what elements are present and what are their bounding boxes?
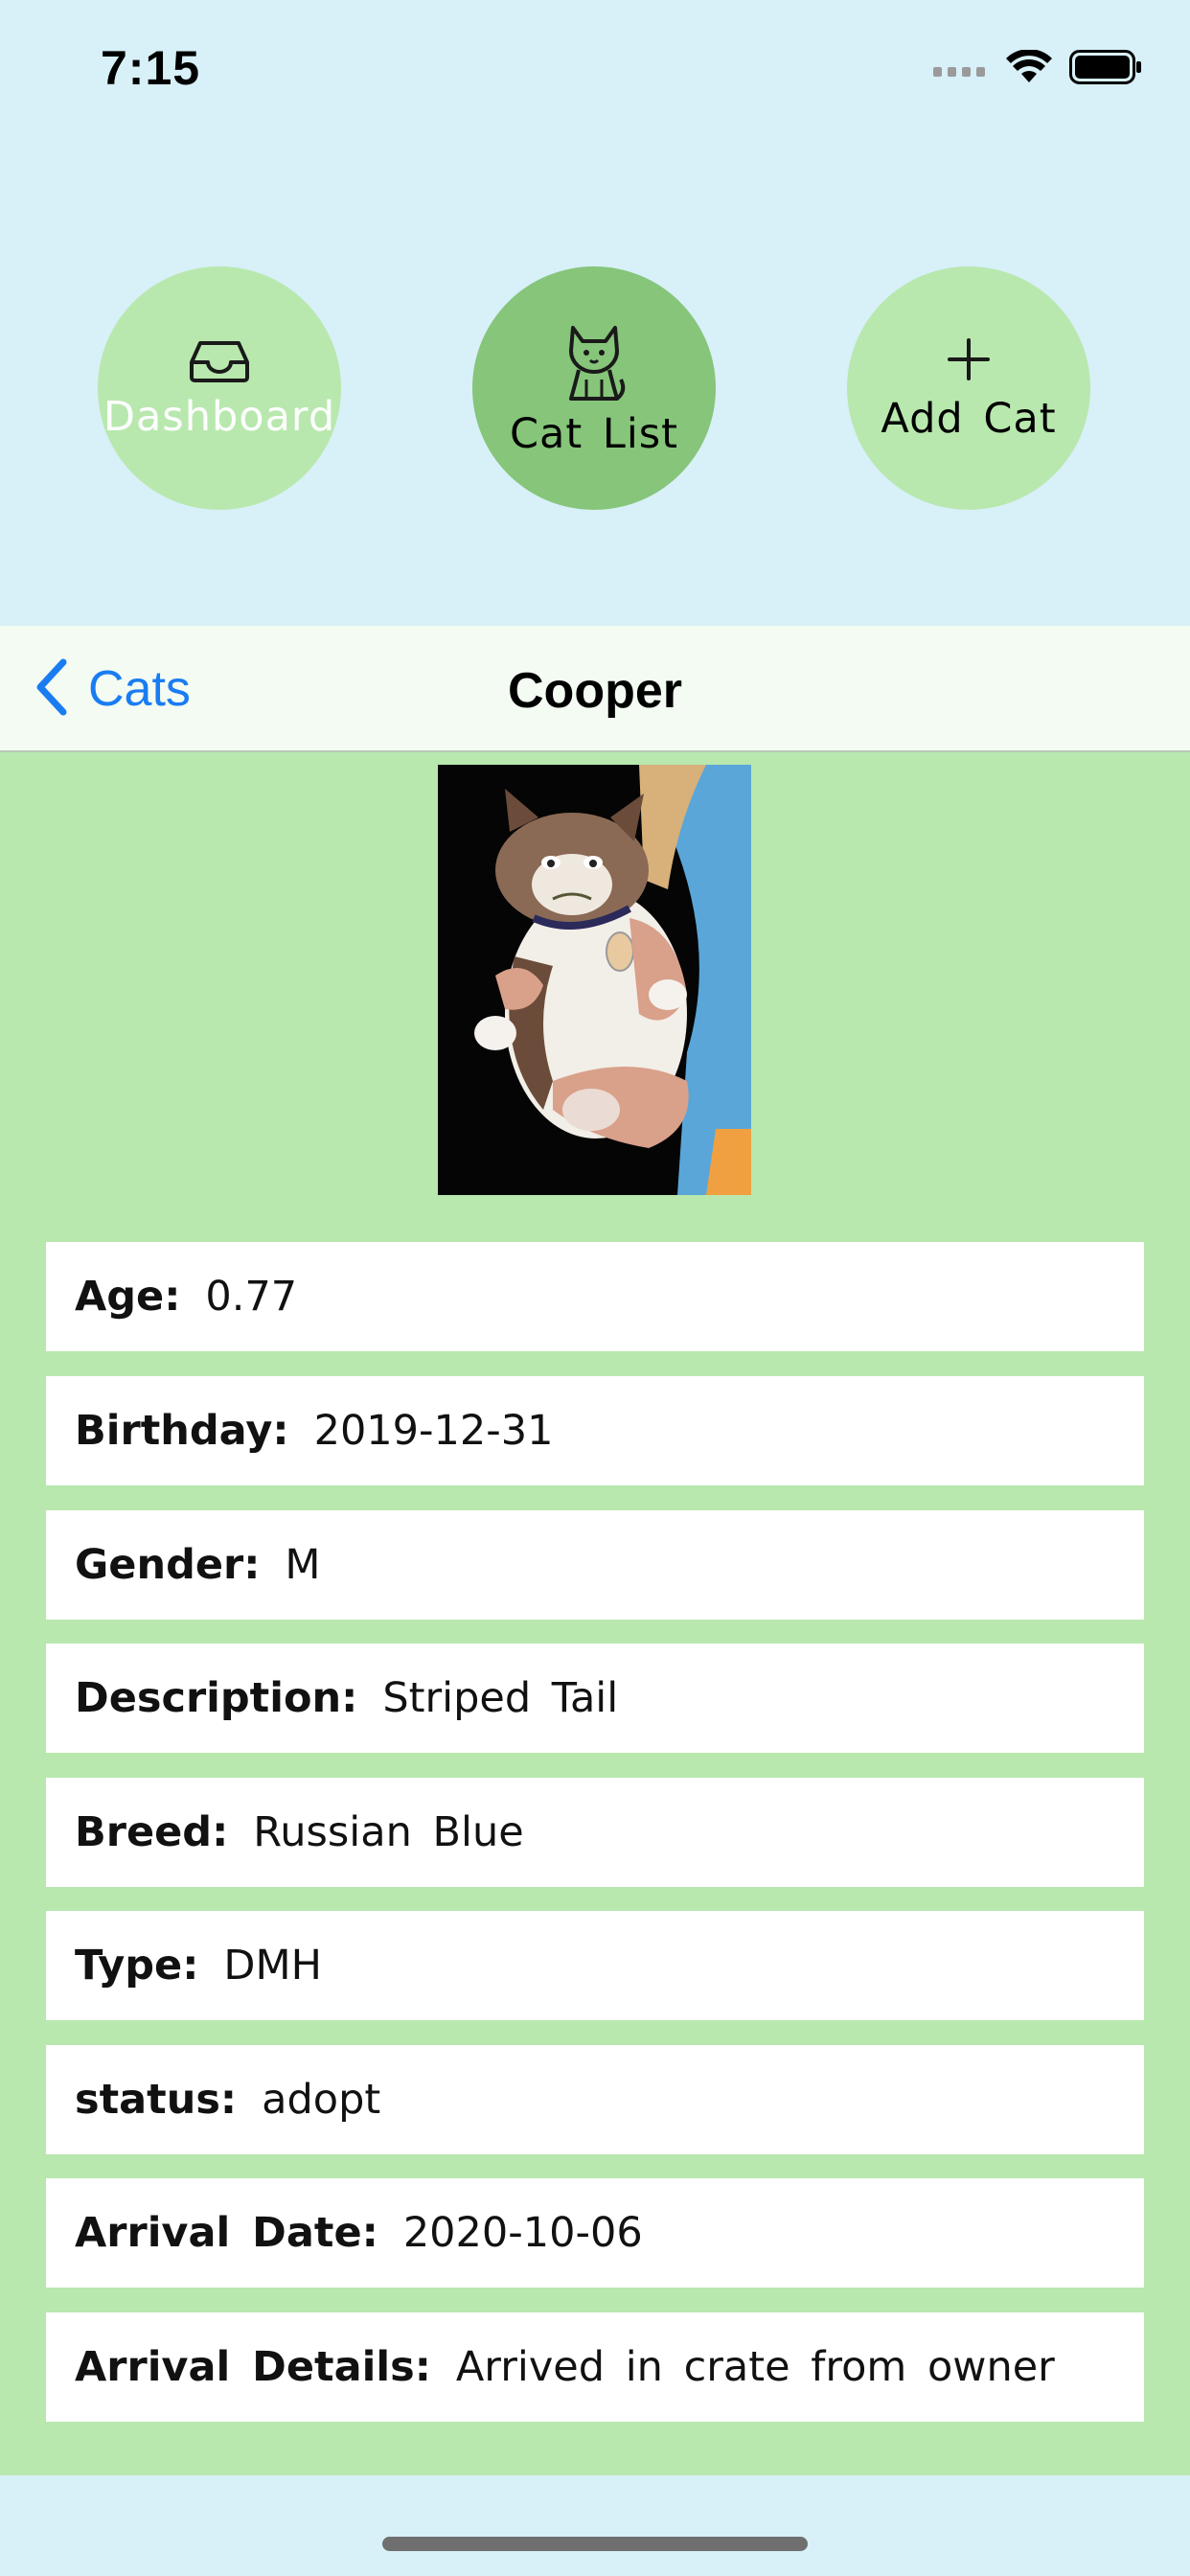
detail-key: Arrival Details: xyxy=(75,2343,431,2391)
detail-value: Arrived in crate from owner xyxy=(455,2343,1055,2391)
detail-value: Striped Tail xyxy=(382,1674,619,1722)
cat-list-button[interactable]: Cat List xyxy=(472,266,716,510)
navigation-bar: Cats Cooper xyxy=(0,626,1190,752)
detail-value: DMH xyxy=(223,1942,322,1990)
status-bar: 7:15 xyxy=(0,0,1190,144)
wifi-icon xyxy=(1006,49,1052,88)
detail-value: 0.77 xyxy=(205,1273,298,1321)
detail-key: Type: xyxy=(75,1942,199,1990)
detail-key: Gender: xyxy=(75,1541,261,1589)
add-cat-button[interactable]: Add Cat xyxy=(847,266,1090,510)
detail-value: Russian Blue xyxy=(253,1808,524,1856)
page-title: Cooper xyxy=(508,663,682,719)
status-time: 7:15 xyxy=(101,41,201,95)
plus-icon xyxy=(947,337,991,385)
dashboard-label: Dashboard xyxy=(103,392,336,441)
detail-key: Age: xyxy=(75,1273,181,1321)
detail-value: 2019-12-31 xyxy=(313,1407,554,1455)
battery-icon xyxy=(1069,50,1142,88)
breed-row: Breed: Russian Blue xyxy=(46,1778,1144,1887)
detail-key: status: xyxy=(75,2076,238,2124)
detail-value: M xyxy=(285,1541,321,1589)
detail-key: Birthday: xyxy=(75,1407,289,1455)
status-icons xyxy=(933,49,1142,88)
arrival-date-row: Arrival Date: 2020-10-06 xyxy=(46,2178,1144,2288)
detail-key: Description: xyxy=(75,1674,358,1722)
detail-key: Breed: xyxy=(75,1808,229,1856)
status-row: status: adopt xyxy=(46,2045,1144,2154)
home-indicator[interactable] xyxy=(382,2537,808,2551)
birthday-row: Birthday: 2019-12-31 xyxy=(46,1376,1144,1485)
detail-key: Arrival Date: xyxy=(75,2209,378,2257)
age-row: Age: 0.77 xyxy=(46,1242,1144,1351)
description-row: Description: Striped Tail xyxy=(46,1644,1144,1753)
cellular-signal-icon xyxy=(933,58,989,80)
cat-detail-content: Age: 0.77 Birthday: 2019-12-31 Gender: M… xyxy=(0,752,1190,2475)
inbox-icon xyxy=(189,339,250,387)
detail-value: 2020-10-06 xyxy=(402,2209,643,2257)
gender-row: Gender: M xyxy=(46,1510,1144,1620)
dashboard-button[interactable]: Dashboard xyxy=(98,266,341,510)
detail-value: adopt xyxy=(262,2076,381,2124)
arrival-details-row: Arrival Details: Arrived in crate from o… xyxy=(46,2312,1144,2422)
cat-list-label: Cat List xyxy=(509,409,679,458)
add-cat-label: Add Cat xyxy=(881,394,1057,443)
cat-photo xyxy=(438,765,751,1195)
cat-icon xyxy=(560,322,629,406)
type-row: Type: DMH xyxy=(46,1911,1144,2020)
